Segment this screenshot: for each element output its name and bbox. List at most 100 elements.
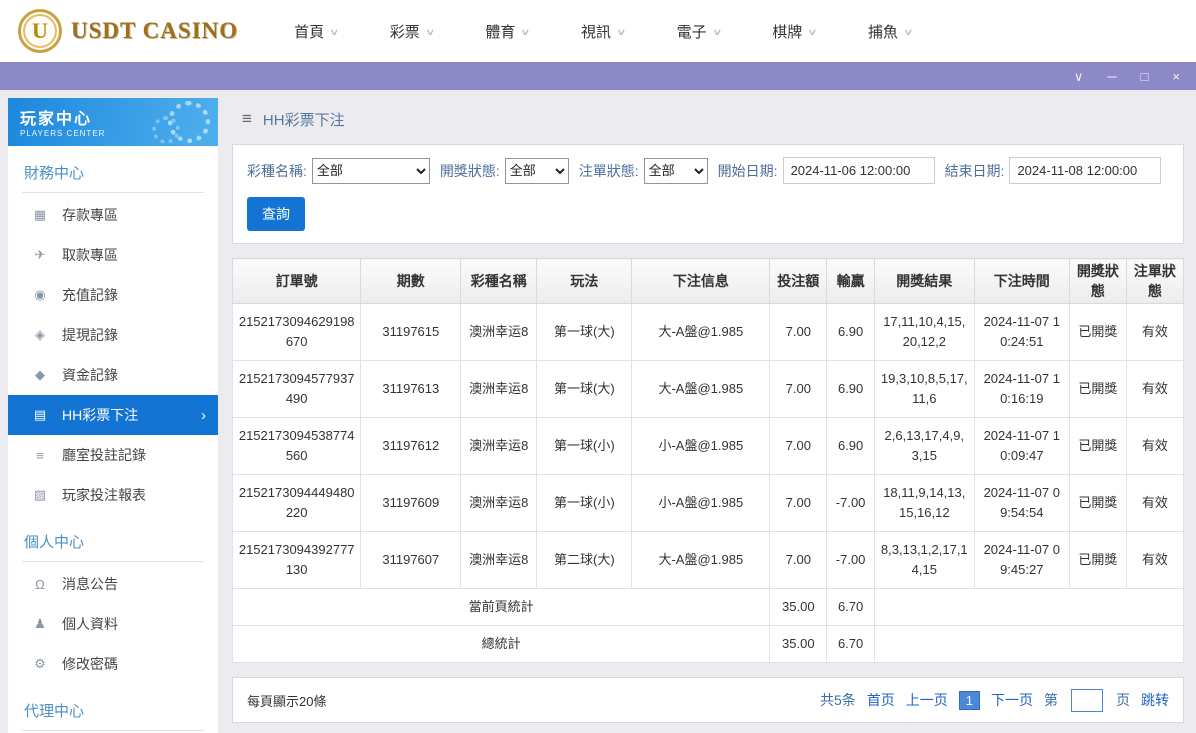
table-cell: 已開獎 (1068, 303, 1127, 361)
search-button[interactable]: 查詢 (247, 197, 305, 231)
jump-action-link[interactable]: 跳转 (1141, 690, 1169, 710)
sidebar-header: 玩家中心 PLAYERS CENTER (8, 98, 218, 146)
chevron-down-icon: ∨ (424, 26, 436, 37)
sidebar-item-hh-lottery-bet[interactable]: ▤ HH彩票下注 › (8, 395, 218, 435)
deposit-icon: ▦ (33, 207, 47, 222)
sidebar-item-message-notice[interactable]: Ω 消息公告 (8, 564, 218, 604)
total-summary-label: 總統計 (231, 625, 771, 663)
sidebar-item-change-password[interactable]: ⚙ 修改密碼 (8, 644, 218, 684)
lottery-name-select[interactable]: 全部 (311, 157, 430, 184)
end-date-input[interactable] (1009, 157, 1162, 184)
table-cell: 2024-11-07 09:54:54 (973, 474, 1070, 532)
current-page-indicator[interactable]: 1 (958, 690, 980, 710)
nav-item[interactable]: 電子 ∨ (676, 21, 723, 42)
table-cell: 澳洲幸运8 (460, 474, 538, 532)
minimize-icon[interactable]: ─ (1107, 70, 1116, 83)
sidebar-item-hall-bet-record[interactable]: ≡ 廳室投註記錄 (8, 435, 218, 475)
maximize-icon[interactable]: □ (1141, 70, 1149, 83)
main-nav: 首頁 ∨ 彩票 ∨ 體育 ∨ 視訊 ∨ 電子 ∨ 棋牌 ∨ 捕魚 ∨ (294, 21, 914, 42)
table-cell: 17,11,10,4,15,20,12,2 (873, 303, 975, 361)
table-body: 2152173094629198670 31197615 澳洲幸运8 第一球(大) 大-… (231, 303, 1185, 589)
main-content: ≡ HH彩票下注 彩種名稱: 全部 開獎狀態: 全部 注單狀態: 全部 開始日期… (228, 98, 1188, 733)
close-icon[interactable]: × (1172, 70, 1180, 83)
table-cell: 大-A盤@1.985 (631, 360, 771, 418)
table-cell: 18,11,9,14,13,15,16,12 (873, 474, 975, 532)
table-cell: 已開獎 (1068, 360, 1127, 418)
hamburger-menu-icon[interactable]: ≡ (242, 109, 252, 129)
chevron-down-icon[interactable]: ∨ (1074, 70, 1084, 83)
chevron-down-icon: ∨ (902, 26, 914, 37)
top-header: U USDT CASINO 首頁 ∨ 彩票 ∨ 體育 ∨ 視訊 ∨ 電子 ∨ 棋牌 ∨ 捕魚 ∨ (0, 0, 1196, 62)
sidebar: 玩家中心 PLAYERS CENTER 財務中心 ▦ 存款專區 ✈ 取款專區 ◉ 充值記錄 ◈… (8, 98, 218, 733)
nav-item[interactable]: 體育 ∨ (485, 21, 531, 42)
column-header: 彩種名稱 (460, 258, 538, 304)
table-cell: 7.00 (769, 474, 828, 532)
table-cell: 澳洲幸运8 (460, 303, 538, 361)
chevron-down-icon: ∨ (711, 26, 723, 37)
total-summary-row: 總統計 35.00 6.70 (231, 625, 1185, 663)
order-status-select[interactable]: 全部 (643, 157, 708, 184)
table-cell: 19,3,10,8,5,17,11,6 (873, 360, 975, 418)
nav-item-label: 首頁 (294, 23, 325, 41)
sidebar-item-label: 廳室投註記錄 (62, 447, 146, 463)
sidebar-item-funds-record[interactable]: ◆ 資金記錄 (8, 355, 218, 395)
column-header: 期數 (360, 258, 462, 304)
start-date-input[interactable] (782, 157, 935, 184)
jump-page-input[interactable] (1071, 688, 1103, 712)
chevron-right-icon: › (201, 406, 206, 424)
table-cell: 第一球(小) (536, 417, 633, 475)
nav-item-label: 彩票 (389, 23, 420, 41)
nav-item[interactable]: 棋牌 ∨ (772, 21, 818, 42)
total-summary-empty (873, 625, 1185, 663)
nav-item[interactable]: 捕魚 ∨ (868, 21, 914, 42)
sidebar-item-deposit-area[interactable]: ▦ 存款專區 (8, 195, 218, 235)
table-cell: 7.00 (769, 360, 828, 418)
table-cell: 2152173094392777130 (231, 531, 362, 589)
table-row: 2152173094449480220 31197609 澳洲幸运8 第一球(小) 小-… (231, 474, 1185, 532)
table-cell: 6.90 (826, 360, 875, 418)
sidebar-title: 玩家中心 (20, 111, 93, 128)
prev-page-link[interactable]: 上一页 (906, 690, 948, 710)
nav-item-label: 視訊 (580, 23, 611, 41)
sidebar-item-player-bet-report[interactable]: ▨ 玩家投注報表 (8, 475, 218, 515)
sidebar-item-recharge-record[interactable]: ◉ 充值記錄 (8, 275, 218, 315)
window-title-bar: ∨ ─ □ × (0, 62, 1196, 90)
table-cell: -7.00 (826, 474, 875, 532)
next-page-link[interactable]: 下一页 (991, 690, 1033, 710)
sidebar-item-label: 個人資料 (62, 616, 118, 632)
table-cell: 澳洲幸运8 (460, 531, 538, 589)
column-header: 開獎結果 (873, 258, 975, 304)
column-header: 投注額 (769, 258, 828, 304)
table-cell: 有效 (1125, 360, 1185, 418)
first-page-link[interactable]: 首页 (867, 690, 895, 710)
nav-item[interactable]: 首頁 ∨ (294, 21, 340, 42)
table-cell: -7.00 (826, 531, 875, 589)
table-cell: 2152173094538774560 (231, 417, 362, 475)
draw-status-select[interactable]: 全部 (504, 157, 569, 184)
nav-item[interactable]: 視訊 ∨ (580, 21, 627, 42)
sidebar-item-withdrawal-record[interactable]: ◈ 提現記錄 (8, 315, 218, 355)
nav-item-label: 電子 (676, 23, 707, 41)
table-cell: 2024-11-07 10:09:47 (973, 417, 1070, 475)
sidebar-section-title: 代理中心 (22, 694, 204, 731)
sidebar-item-withdraw-area[interactable]: ✈ 取款專區 (8, 235, 218, 275)
page-summary-bet: 35.00 (769, 588, 828, 626)
recharge-record-icon: ◉ (34, 287, 46, 302)
chevron-down-icon: ∨ (807, 26, 818, 37)
table-cell: 澳洲幸运8 (460, 417, 538, 475)
workspace: 玩家中心 PLAYERS CENTER 財務中心 ▦ 存款專區 ✈ 取款專區 ◉ 充值記錄 ◈… (0, 90, 1196, 733)
nav-item[interactable]: 彩票 ∨ (389, 21, 436, 42)
hall-bet-record-icon: ≡ (36, 447, 44, 463)
table-cell: 第二球(大) (536, 531, 633, 589)
sidebar-section-title: 財務中心 (22, 156, 204, 193)
table-cell: 2152173094449480220 (231, 474, 362, 532)
table-cell: 31197612 (360, 417, 462, 475)
table-cell: 31197607 (360, 531, 462, 589)
lottery-bet-icon: ▤ (33, 407, 47, 422)
order-status-label: 注單狀態: (578, 162, 639, 179)
sidebar-item-label: 玩家投注報表 (62, 487, 146, 503)
sidebar-item-label: 修改密碼 (62, 656, 118, 672)
logo[interactable]: U USDT CASINO (18, 9, 238, 53)
table-row: 2152173094392777130 31197607 澳洲幸运8 第二球(大) 大-… (231, 531, 1185, 589)
sidebar-item-personal-profile[interactable]: ♟ 個人資料 (8, 604, 218, 644)
